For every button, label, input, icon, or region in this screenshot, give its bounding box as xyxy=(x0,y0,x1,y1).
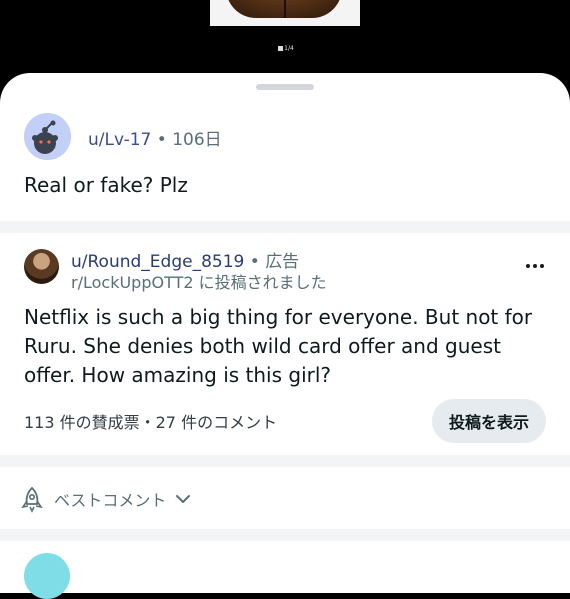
jacket-image xyxy=(226,0,342,18)
post-username[interactable]: u/Lv-17 xyxy=(88,130,151,150)
section-divider xyxy=(0,221,570,233)
ad-body-text: Netflix is such a big thing for everyone… xyxy=(24,305,533,387)
post-meta: u/Lv-17 • 106日 xyxy=(88,125,222,150)
more-options-icon[interactable] xyxy=(522,259,548,273)
sort-label: ベストコメント xyxy=(54,491,167,510)
ad-subreddit-line[interactable]: r/LockUppOTT2 に投稿されました xyxy=(71,269,327,293)
post-age: 106日 xyxy=(172,130,222,150)
media-counter: 1/4 xyxy=(270,45,302,52)
section-divider xyxy=(0,455,570,467)
meta-separator: • xyxy=(156,130,167,150)
sheet-grab-handle[interactable] xyxy=(256,84,314,90)
chevron-down-icon xyxy=(176,495,191,503)
snoo-avatar-icon[interactable] xyxy=(24,113,71,160)
comments-sheet: u/Lv-17 • 106日 Real or fake? Plz u/Round… xyxy=(0,73,570,599)
ad-stats: 113 件の賛成票・27 件のコメント xyxy=(24,413,278,432)
section-divider xyxy=(0,529,570,541)
comment-sort-dropdown[interactable]: ベストコメント xyxy=(18,485,192,513)
media-thumbnail[interactable] xyxy=(210,0,360,26)
rocket-icon xyxy=(21,486,43,513)
gallery-icon xyxy=(278,46,284,51)
post-title: Real or fake? Plz xyxy=(24,173,188,197)
comment-avatar[interactable] xyxy=(24,553,70,599)
view-post-button[interactable]: 投稿を表示 xyxy=(432,399,546,443)
ad-avatar[interactable] xyxy=(24,249,59,284)
